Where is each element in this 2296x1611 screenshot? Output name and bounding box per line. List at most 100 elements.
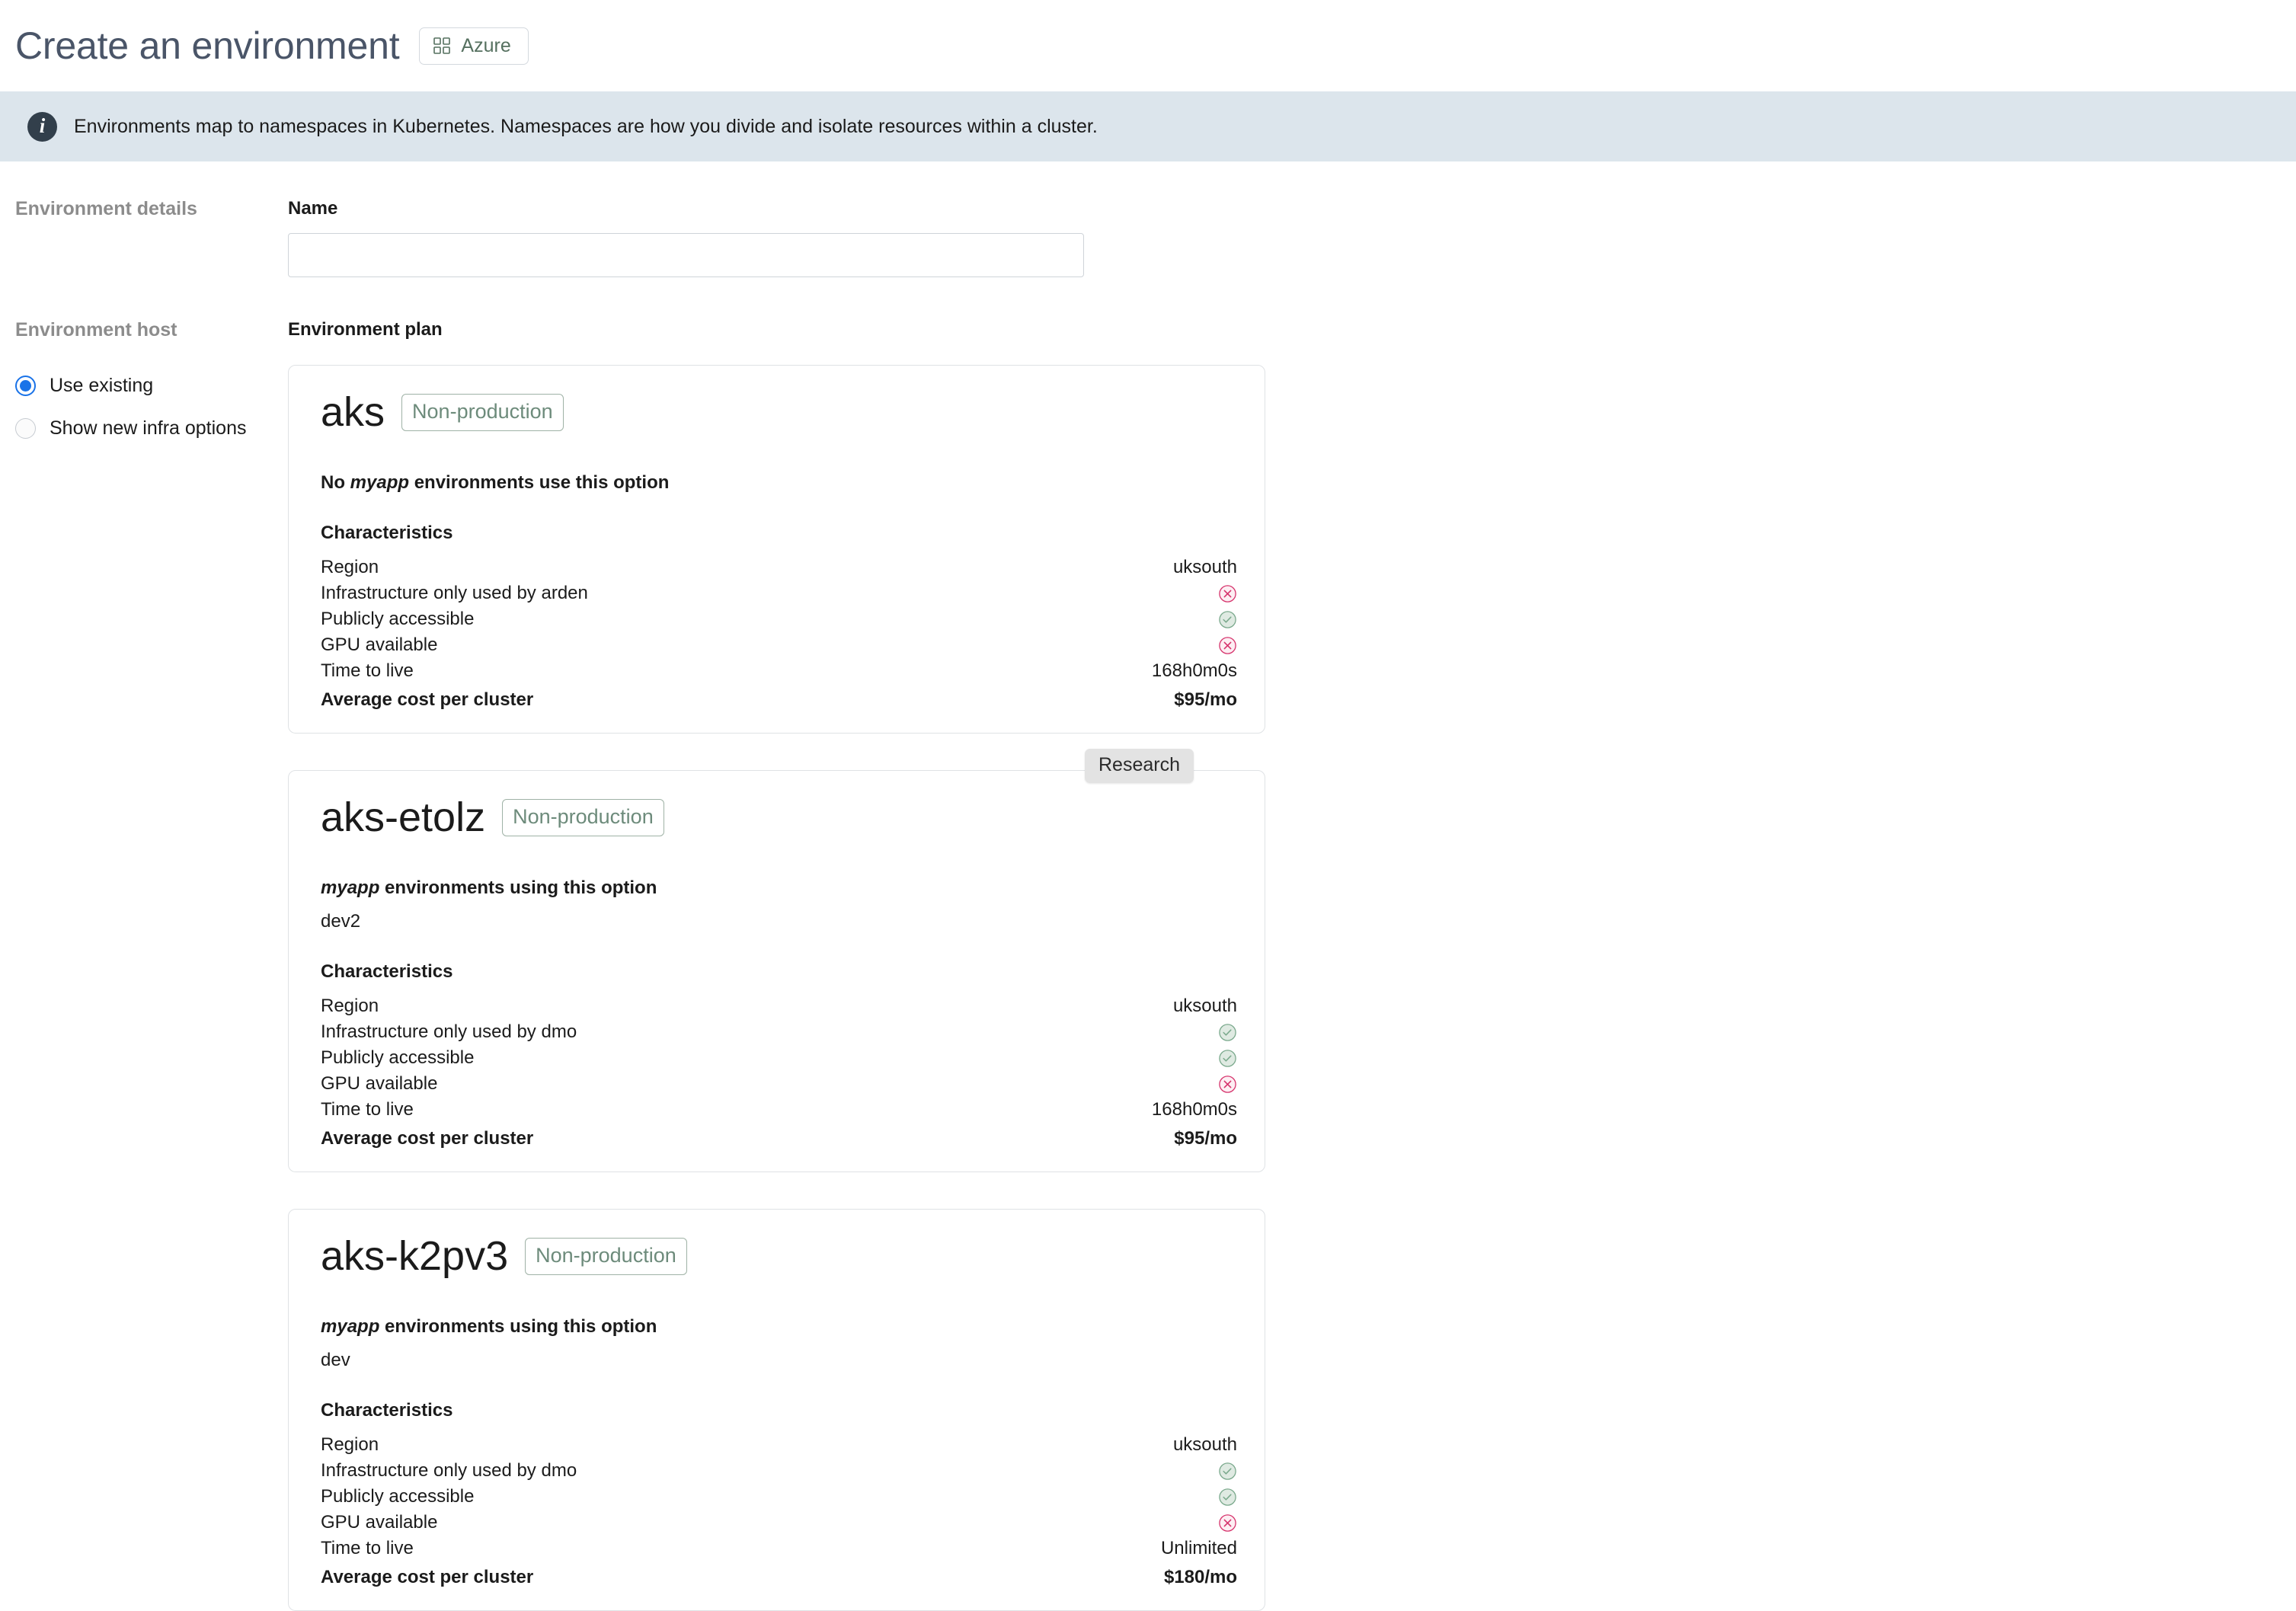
characteristic-label: Region [321,1434,379,1455]
environment-plan-heading: Environment plan [288,319,443,340]
average-cost-row: Average cost per cluster $180/mo [321,1565,1237,1590]
x-circle-icon [1218,1514,1237,1533]
characteristic-label: Publicly accessible [321,1047,475,1068]
characteristic-label: Infrastructure only used by dmo [321,1021,577,1042]
characteristics-heading: Characteristics [321,961,453,982]
characteristic-row: GPU available [321,1071,1237,1097]
check-circle-icon [1218,1023,1237,1042]
average-cost-value: $95/mo [1174,1128,1237,1149]
environment-plan-card-grid: aks Non-production No myapp environments… [288,365,2252,1611]
usage-prefix: No [321,472,350,493]
info-banner: i Environments map to namespaces in Kube… [0,91,2296,161]
plan-card-environment-list: dev2 [305,911,1237,932]
plan-card-title: aks [321,389,385,435]
plan-card-aks-etolz[interactable]: aks-etolz Non-production myapp environme… [288,770,1265,1172]
page-header: Create an environment Azure [0,0,2296,79]
info-banner-text: Environments map to namespaces in Kubern… [74,115,1098,137]
characteristic-label: Infrastructure only used by dmo [321,1460,577,1481]
characteristic-row: GPU available [321,1510,1237,1536]
radio-use-existing-indicator[interactable] [15,375,36,396]
plan-card-usage-heading: No myapp environments use this option [305,472,1237,494]
check-circle-icon [1218,1488,1237,1507]
characteristic-row: Infrastructure only used by dmo [321,1458,1237,1484]
usage-suffix: environments using this option [379,1316,657,1337]
radio-show-new-infra-options-label: Show new infra options [50,417,247,439]
characteristic-label: Time to live [321,1099,414,1120]
characteristic-row: Infrastructure only used by dmo [321,1019,1237,1045]
plan-card-environment-list: dev [305,1350,1237,1371]
usage-app-name: myapp [321,877,380,898]
characteristic-row: Infrastructure only used by arden [321,580,1237,606]
average-cost-label: Average cost per cluster [321,1128,534,1149]
environment-name: dev [321,1350,350,1370]
status-badge: Non-production [401,393,564,431]
environment-name: dev2 [321,911,361,932]
average-cost-label: Average cost per cluster [321,1567,534,1587]
characteristic-value: Unlimited [1160,1538,1237,1558]
info-icon: i [27,111,57,142]
characteristic-label: GPU available [321,1073,438,1094]
radio-show-new-infra-options[interactable]: Show new infra options [15,407,288,449]
plan-card-aks-k2pv3[interactable]: aks-k2pv3 Non-production myapp environme… [288,1209,1265,1611]
average-cost-value: $95/mo [1174,689,1237,710]
characteristic-row: Region uksouth [321,555,1237,580]
status-badge: Non-production [502,798,664,836]
usage-app-name: myapp [350,472,410,493]
characteristic-value: uksouth [1172,996,1237,1016]
check-circle-icon [1218,610,1237,629]
x-circle-icon [1218,584,1237,603]
plan-card-usage-heading: myapp environments using this option [305,877,1237,899]
usage-suffix: environments using this option [379,877,657,898]
usage-suffix: environments use this option [409,472,670,493]
characteristic-label: Infrastructure only used by arden [321,583,588,603]
environment-host-radio-group: Use existing Show new infra options [15,364,288,449]
plan-card-usage-heading: myapp environments using this option [305,1316,1237,1338]
environment-details-section: Environment details Name [15,198,2281,277]
research-tooltip: Research [1085,749,1194,783]
characteristics-table: Region uksouth Infrastructure only used by… [305,993,1237,1152]
plan-card-header: aks-k2pv3 Non-production [305,1235,1237,1277]
characteristic-row: Time to live Unlimited [321,1536,1237,1561]
name-input[interactable] [288,233,1084,277]
characteristic-label: Publicly accessible [321,1486,475,1507]
characteristic-value: 168h0m0s [1151,660,1237,681]
characteristic-value: uksouth [1172,1434,1237,1455]
section-label-environment-details: Environment details [15,198,197,219]
average-cost-value: $180/mo [1163,1567,1237,1587]
characteristic-row: Region uksouth [321,1432,1237,1458]
usage-app-name: myapp [321,1316,380,1337]
plan-card-aks[interactable]: aks Non-production No myapp environments… [288,365,1265,734]
average-cost-label: Average cost per cluster [321,689,534,710]
characteristic-label: GPU available [321,1512,438,1533]
characteristic-label: Region [321,996,379,1016]
environment-host-section: Environment host Use existing Show new i… [15,319,2281,1611]
characteristic-row: Publicly accessible [321,606,1237,632]
check-circle-icon [1218,1462,1237,1481]
characteristic-label: Region [321,557,379,577]
characteristic-value: 168h0m0s [1151,1099,1237,1120]
status-badge: Non-production [525,1237,687,1275]
characteristics-table: Region uksouth Infrastructure only used by… [305,1432,1237,1590]
grid-icon [433,37,451,54]
provider-chip-label: Azure [461,34,511,56]
provider-chip-azure[interactable]: Azure [419,27,529,65]
radio-use-existing[interactable]: Use existing [15,364,288,407]
characteristic-label: GPU available [321,634,438,655]
characteristics-table: Region uksouth Infrastructure only used by… [305,555,1237,713]
characteristic-label: Time to live [321,1538,414,1558]
plan-card-title: aks-etolz [321,794,486,840]
characteristic-row: GPU available [321,632,1237,658]
characteristic-row: Region uksouth [321,993,1237,1019]
x-circle-icon [1218,636,1237,655]
check-circle-icon [1218,1049,1237,1068]
characteristics-heading: Characteristics [321,523,453,543]
section-label-environment-host: Environment host [15,319,177,340]
plan-card-header: aks Non-production [305,392,1237,433]
plan-card-title: aks-k2pv3 [321,1233,509,1279]
plan-card-header: aks-etolz Non-production [305,797,1237,838]
characteristic-row: Publicly accessible [321,1045,1237,1071]
average-cost-row: Average cost per cluster $95/mo [321,1126,1237,1152]
radio-show-new-infra-options-indicator[interactable] [15,417,36,439]
characteristic-row: Time to live 168h0m0s [321,658,1237,684]
characteristic-row: Publicly accessible [321,1484,1237,1510]
